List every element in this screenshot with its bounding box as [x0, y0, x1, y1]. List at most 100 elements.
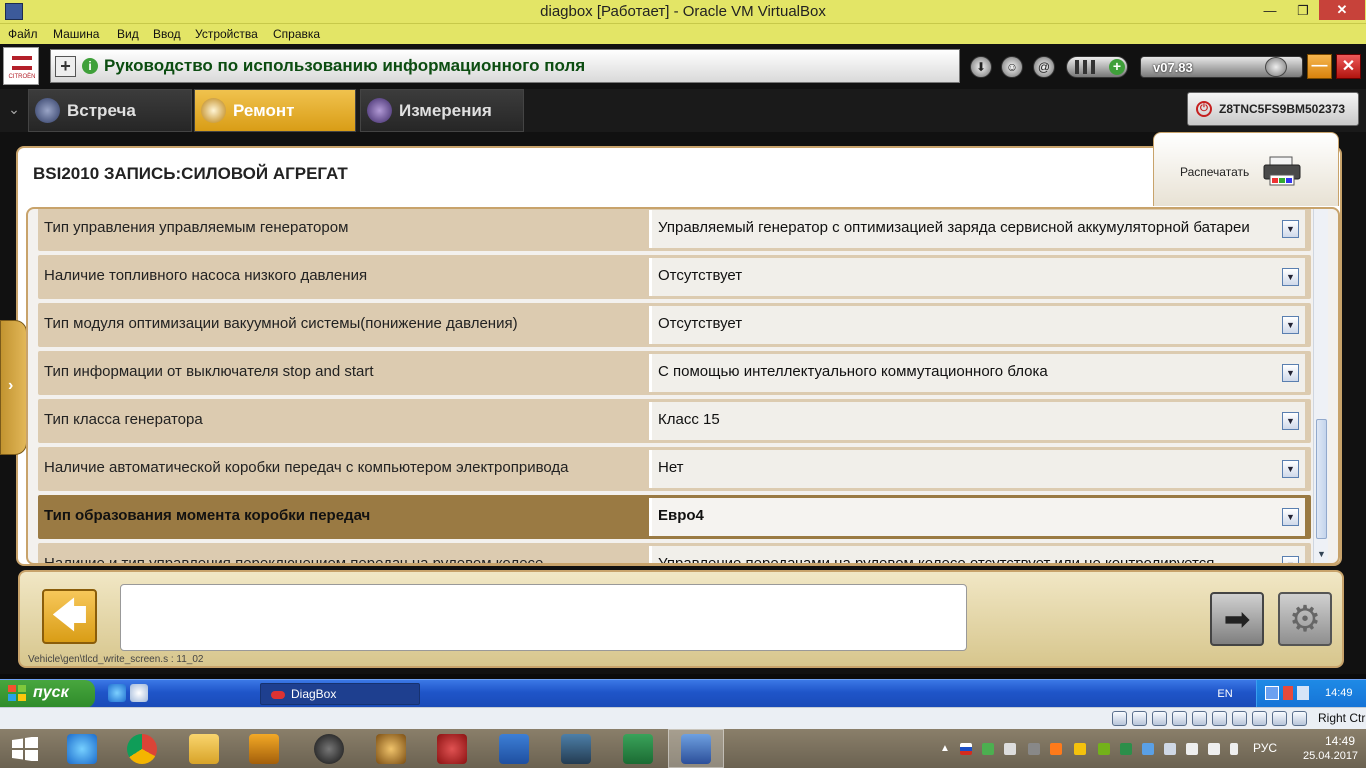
- nvidia-icon[interactable]: [1098, 743, 1110, 755]
- harddisk-icon[interactable]: [1112, 711, 1127, 726]
- tray-green-icon[interactable]: [1120, 743, 1132, 755]
- cpu-icon[interactable]: [1272, 711, 1287, 726]
- word-icon[interactable]: [490, 732, 538, 766]
- tab-repair[interactable]: Ремонт: [194, 89, 356, 132]
- diagnostic-app-icon[interactable]: [367, 732, 415, 766]
- parameter-select[interactable]: Отсутствует ▼: [649, 306, 1305, 344]
- close-button[interactable]: ✕: [1319, 0, 1365, 20]
- dropdown-arrow-icon[interactable]: ▼: [1282, 508, 1299, 526]
- shared-folders-icon[interactable]: [1212, 711, 1227, 726]
- expand-help-button[interactable]: +: [55, 56, 76, 77]
- power-app-icon[interactable]: [428, 732, 476, 766]
- parameter-select[interactable]: Евро4 ▼: [649, 498, 1305, 536]
- usb-icon[interactable]: [1192, 711, 1207, 726]
- flag-icon[interactable]: [960, 743, 972, 755]
- menu-file[interactable]: Файл: [8, 24, 38, 44]
- taskbar-item-diagbox[interactable]: DiagBox: [260, 683, 420, 705]
- vehicle-vin-panel[interactable]: ⏻ Z8TNC5FS9BM502373: [1187, 92, 1359, 126]
- parameter-select[interactable]: Управляемый генератор с оптимизацией зар…: [649, 210, 1305, 248]
- host-clock-date[interactable]: 25.04.2017: [1303, 750, 1358, 762]
- display-icon[interactable]: [1232, 711, 1247, 726]
- tab-meeting[interactable]: Встреча: [28, 89, 192, 132]
- parameter-select[interactable]: Управление передачами на рулевом колесе …: [649, 546, 1305, 563]
- parameter-row: Тип модуля оптимизации вакуумной системы…: [38, 303, 1311, 347]
- internet-explorer-icon[interactable]: [108, 684, 126, 702]
- dropdown-arrow-icon[interactable]: ▼: [1282, 556, 1299, 563]
- mouse-integration-icon[interactable]: [1292, 711, 1307, 726]
- host-language-indicator[interactable]: РУС: [1253, 741, 1277, 755]
- lock-icon[interactable]: [1028, 743, 1040, 755]
- internet-explorer-icon[interactable]: [58, 732, 106, 766]
- device-icon[interactable]: [1297, 686, 1309, 700]
- menu-devices[interactable]: Устройства: [195, 24, 258, 44]
- video-capture-icon[interactable]: [1252, 711, 1267, 726]
- app-tray-icon[interactable]: [1050, 743, 1062, 755]
- menu-input[interactable]: Ввод: [153, 24, 181, 44]
- audio-icon[interactable]: [1152, 711, 1167, 726]
- speaker-app-icon[interactable]: [305, 732, 353, 766]
- menu-help[interactable]: Справка: [273, 24, 320, 44]
- calculator-app-icon[interactable]: [552, 732, 600, 766]
- network-icon[interactable]: [1265, 686, 1279, 700]
- language-indicator[interactable]: EN: [1210, 684, 1240, 704]
- battery-icon[interactable]: [1230, 743, 1238, 755]
- virtualbox-icon[interactable]: [668, 729, 724, 768]
- start-button[interactable]: пуск: [0, 680, 95, 708]
- dropdown-arrow-icon[interactable]: ▼: [1282, 412, 1299, 430]
- diagbox-minimize-button[interactable]: —: [1307, 54, 1332, 79]
- diagbox-header: CITROËN + i Руководство по использованию…: [0, 44, 1366, 89]
- help-text[interactable]: Руководство по использованию информацион…: [104, 56, 585, 76]
- dropdown-arrow-icon[interactable]: ▼: [1282, 220, 1299, 238]
- dropdown-arrow-icon[interactable]: ▼: [1282, 460, 1299, 478]
- parameter-select[interactable]: Нет ▼: [649, 450, 1305, 488]
- settings-gear-button[interactable]: ⚙: [1278, 592, 1332, 646]
- email-icon[interactable]: @: [1033, 56, 1055, 78]
- file-explorer-icon[interactable]: [180, 732, 228, 766]
- parameter-select[interactable]: С помощью интеллектуального коммутационн…: [649, 354, 1305, 392]
- tabs-row: ⌄ Встреча Ремонт Измерения ⏻ Z8TNC5FS9BM…: [0, 89, 1366, 132]
- contact-icon[interactable]: ☺: [1001, 56, 1023, 78]
- parameter-select[interactable]: Отсутствует ▼: [649, 258, 1305, 296]
- dropdown-arrow-icon[interactable]: ▼: [1282, 268, 1299, 286]
- dropdown-arrow-icon[interactable]: ▼: [1282, 364, 1299, 382]
- side-panel-toggle[interactable]: ›: [0, 320, 27, 455]
- chrome-icon[interactable]: [118, 732, 166, 766]
- forward-button[interactable]: ➡: [1210, 592, 1264, 646]
- print-button[interactable]: Распечатать: [1153, 132, 1339, 206]
- tab-measurements[interactable]: Измерения: [360, 89, 524, 132]
- optical-drive-icon[interactable]: [1132, 711, 1147, 726]
- volume-icon[interactable]: [1208, 743, 1220, 755]
- menu-view[interactable]: Вид: [117, 24, 139, 44]
- menu-machine[interactable]: Машина: [53, 24, 99, 44]
- scrollbar-thumb[interactable]: [1316, 419, 1327, 539]
- desktop-icon[interactable]: [130, 684, 148, 702]
- dropdown-arrow-icon[interactable]: ▼: [1282, 316, 1299, 334]
- parameter-row: Тип информации от выключателя stop and s…: [38, 351, 1311, 395]
- download-icon[interactable]: ⬇: [970, 56, 992, 78]
- back-button[interactable]: 🡄: [42, 589, 97, 644]
- parameter-label: Наличие автоматической коробки передач с…: [44, 459, 569, 476]
- security-icon[interactable]: [1283, 686, 1293, 700]
- network-icon[interactable]: [1186, 743, 1198, 755]
- scroll-down-icon[interactable]: ▼: [1315, 547, 1328, 561]
- network-adapter-icon[interactable]: [1172, 711, 1187, 726]
- minimize-button[interactable]: —: [1255, 1, 1285, 22]
- excel-icon[interactable]: [614, 732, 662, 766]
- media-app-icon[interactable]: [240, 732, 288, 766]
- host-clock-time[interactable]: 14:49: [1318, 734, 1362, 748]
- flag-notify-icon[interactable]: [1004, 743, 1016, 755]
- tab-label: Измерения: [399, 101, 492, 120]
- parameter-select[interactable]: Класс 15 ▼: [649, 402, 1305, 440]
- bluetooth-icon[interactable]: [1142, 743, 1154, 755]
- pencil-icon[interactable]: [1074, 743, 1086, 755]
- show-hidden-icons[interactable]: ▲: [940, 743, 952, 755]
- update-icon[interactable]: [1265, 57, 1287, 77]
- list-scrollbar[interactable]: ▼: [1313, 209, 1328, 563]
- chevron-down-icon[interactable]: ⌄: [4, 89, 24, 132]
- monitor-icon[interactable]: [1164, 743, 1176, 755]
- windows-start-icon[interactable]: [12, 737, 38, 761]
- diagbox-close-button[interactable]: ✕: [1336, 54, 1361, 79]
- maximize-button[interactable]: ❐: [1288, 1, 1318, 22]
- parameter-label: Тип модуля оптимизации вакуумной системы…: [44, 315, 518, 332]
- security-check-icon[interactable]: [982, 743, 994, 755]
